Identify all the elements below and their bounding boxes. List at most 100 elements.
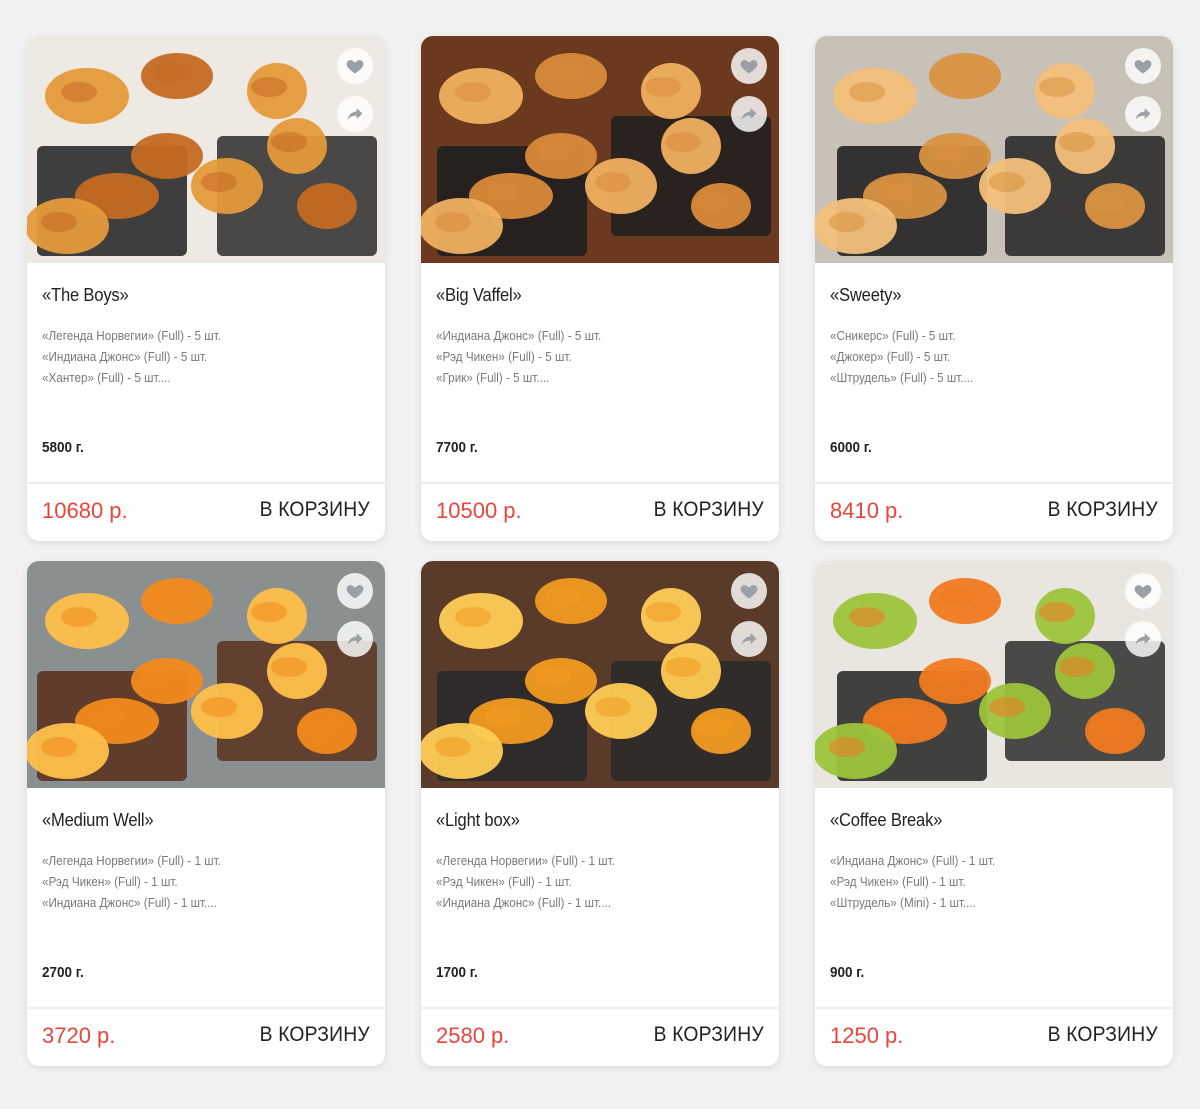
product-composition: «Индиана Джонс» (Full) - 1 шт. «Рэд Чике… [830,850,995,913]
share-button[interactable] [731,621,767,657]
product-info: «Medium Well» «Легенда Норвегии» (Full) … [27,788,385,1006]
share-icon [1135,108,1151,120]
product-photo[interactable] [27,36,385,263]
heart-icon [346,585,364,599]
product-card: «Sweety» «Сникерс» (Full) - 5 шт. «Джоке… [815,36,1173,541]
card-footer: 2580 р. В КОРЗИНУ [421,1007,779,1066]
composition-line-3: «Штрудель» (Mini) - 1 шт.... [830,895,976,910]
food-image [27,561,385,788]
share-button[interactable] [1125,621,1161,657]
add-to-cart-button[interactable]: В КОРЗИНУ [1048,1023,1158,1047]
share-icon [741,633,757,645]
composition-line-3: «Индиана Джонс» (Full) - 1 шт.... [42,895,218,910]
product-composition: «Легенда Норвегии» (Full) - 1 шт. «Рэд Ч… [436,850,615,913]
product-title[interactable]: «Medium Well» [42,810,154,831]
product-weight: 7700 г. [436,439,478,456]
product-weight: 1700 г. [436,964,478,981]
heart-icon [740,585,758,599]
product-photo[interactable] [421,36,779,263]
composition-line-1: «Индиана Джонс» (Full) - 1 шт. [830,853,996,868]
composition-line-3: «Индиана Джонс» (Full) - 1 шт.... [436,895,612,910]
composition-line-1: «Индиана Джонс» (Full) - 5 шт. [436,328,602,343]
favorite-button[interactable] [731,48,767,84]
composition-line-3: «Грик» (Full) - 5 шт.... [436,370,550,385]
product-photo[interactable] [421,561,779,788]
card-footer: 10680 р. В КОРЗИНУ [27,482,385,541]
composition-line-2: «Джокер» (Full) - 5 шт. [830,349,951,364]
product-card: «Big Vaffel» «Индиана Джонс» (Full) - 5 … [421,36,779,541]
food-image [27,36,385,263]
food-image [815,561,1173,788]
product-photo[interactable] [27,561,385,788]
favorite-button[interactable] [1125,48,1161,84]
product-card: «Coffee Break» «Индиана Джонс» (Full) - … [815,561,1173,1066]
heart-icon [346,60,364,74]
add-to-cart-button[interactable]: В КОРЗИНУ [260,1023,370,1047]
product-info: «Sweety» «Сникерс» (Full) - 5 шт. «Джоке… [815,263,1173,481]
product-weight: 6000 г. [830,439,872,456]
share-button[interactable] [337,96,373,132]
composition-line-1: «Легенда Норвегии» (Full) - 5 шт. [42,328,221,343]
food-image [815,36,1173,263]
product-weight: 900 г. [830,964,865,981]
composition-line-1: «Легенда Норвегии» (Full) - 1 шт. [42,853,221,868]
favorite-button[interactable] [337,48,373,84]
card-footer: 8410 р. В КОРЗИНУ [815,482,1173,541]
product-composition: «Индиана Джонс» (Full) - 5 шт. «Рэд Чике… [436,325,601,388]
heart-icon [1134,60,1152,74]
favorite-button[interactable] [1125,573,1161,609]
composition-line-3: «Хантер» (Full) - 5 шт.... [42,370,171,385]
product-title[interactable]: «Light box» [436,810,520,831]
product-title[interactable]: «Big Vaffel» [436,285,522,306]
composition-line-2: «Рэд Чикен» (Full) - 1 шт. [436,874,572,889]
composition-line-2: «Рэд Чикен» (Full) - 1 шт. [42,874,178,889]
composition-line-3: «Штрудель» (Full) - 5 шт.... [830,370,974,385]
favorite-button[interactable] [337,573,373,609]
product-card: «The Boys» «Легенда Норвегии» (Full) - 5… [27,36,385,541]
card-footer: 10500 р. В КОРЗИНУ [421,482,779,541]
product-composition: «Сникерс» (Full) - 5 шт. «Джокер» (Full)… [830,325,973,388]
heart-icon [740,60,758,74]
food-image [421,561,779,788]
add-to-cart-button[interactable]: В КОРЗИНУ [260,498,370,522]
product-price: 3720 р. [42,1023,116,1048]
product-photo[interactable] [815,36,1173,263]
share-button[interactable] [731,96,767,132]
product-price: 10500 р. [436,498,522,523]
product-card: «Medium Well» «Легенда Норвегии» (Full) … [27,561,385,1066]
share-icon [741,108,757,120]
composition-line-2: «Индиана Джонс» (Full) - 5 шт. [42,349,208,364]
product-composition: «Легенда Норвегии» (Full) - 5 шт. «Индиа… [42,325,221,388]
product-composition: «Легенда Норвегии» (Full) - 1 шт. «Рэд Ч… [42,850,221,913]
card-footer: 3720 р. В КОРЗИНУ [27,1007,385,1066]
product-title[interactable]: «Coffee Break» [830,810,942,831]
product-price: 2580 р. [436,1023,510,1048]
share-icon [347,108,363,120]
product-weight: 5800 г. [42,439,84,456]
share-icon [1135,633,1151,645]
composition-line-2: «Рэд Чикен» (Full) - 1 шт. [830,874,966,889]
product-title[interactable]: «The Boys» [42,285,129,306]
product-photo[interactable] [815,561,1173,788]
composition-line-1: «Сникерс» (Full) - 5 шт. [830,328,956,343]
favorite-button[interactable] [731,573,767,609]
product-weight: 2700 г. [42,964,84,981]
add-to-cart-button[interactable]: В КОРЗИНУ [1048,498,1158,522]
card-footer: 1250 р. В КОРЗИНУ [815,1007,1173,1066]
share-button[interactable] [337,621,373,657]
product-price: 1250 р. [830,1023,904,1048]
add-to-cart-button[interactable]: В КОРЗИНУ [654,1023,764,1047]
product-info: «Big Vaffel» «Индиана Джонс» (Full) - 5 … [421,263,779,481]
heart-icon [1134,585,1152,599]
product-info: «Coffee Break» «Индиана Джонс» (Full) - … [815,788,1173,1006]
product-info: «Light box» «Легенда Норвегии» (Full) - … [421,788,779,1006]
product-card: «Light box» «Легенда Норвегии» (Full) - … [421,561,779,1066]
composition-line-2: «Рэд Чикен» (Full) - 5 шт. [436,349,572,364]
share-icon [347,633,363,645]
product-info: «The Boys» «Легенда Норвегии» (Full) - 5… [27,263,385,481]
product-title[interactable]: «Sweety» [830,285,901,306]
product-price: 10680 р. [42,498,128,523]
add-to-cart-button[interactable]: В КОРЗИНУ [654,498,764,522]
share-button[interactable] [1125,96,1161,132]
product-grid: «The Boys» «Легенда Норвегии» (Full) - 5… [27,36,1173,1066]
